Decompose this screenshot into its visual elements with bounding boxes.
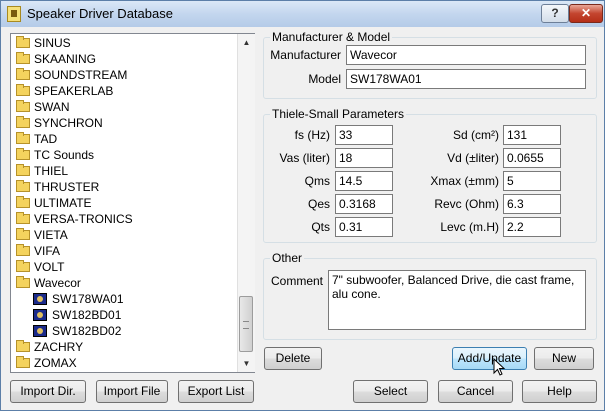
help-button[interactable]: Help — [522, 380, 597, 403]
title-help-button[interactable]: ? — [541, 4, 569, 23]
tree-item-label: TAD — [34, 132, 58, 146]
folder-icon — [16, 340, 30, 352]
xmax-field[interactable]: 5 — [503, 171, 561, 191]
folder-icon — [16, 84, 30, 96]
manufacturer-field[interactable]: Wavecor — [346, 45, 586, 65]
tree-item-label: VIETA — [34, 228, 68, 242]
sd-label: Sd (cm²) — [453, 128, 499, 142]
folder-icon — [16, 52, 30, 64]
tree-item-label: SPEAKERLAB — [34, 84, 114, 98]
vd-label: Vd (±liter) — [447, 151, 499, 165]
model-label: Model — [308, 72, 341, 86]
sd-field[interactable]: 131 — [503, 125, 561, 145]
dialog-window: Speaker Driver Database ? ✕ SINUS SKAANIN… — [0, 0, 605, 411]
folder-icon — [16, 276, 30, 288]
tree-item-label: SW182BD01 — [52, 308, 122, 322]
other-group-title: Other — [270, 251, 305, 265]
add-update-button[interactable]: Add/Update — [452, 347, 527, 370]
qes-field[interactable]: 0.3168 — [335, 194, 393, 214]
speaker-icon — [33, 309, 47, 321]
comment-field[interactable]: 7" subwoofer, Balanced Drive, die cast f… — [328, 270, 586, 330]
tree-item-label: SW178WA01 — [52, 292, 124, 306]
folder-icon — [16, 100, 30, 112]
new-button[interactable]: New — [534, 347, 594, 370]
vas-field[interactable]: 18 — [335, 148, 393, 168]
folder-icon — [16, 244, 30, 256]
tree-item-label: Wavecor — [34, 276, 81, 290]
tree-item-label: THIEL — [34, 164, 69, 178]
tree-item-label: ULTIMATE — [34, 196, 92, 210]
mouse-pointer-icon — [493, 358, 506, 376]
import-dir-button[interactable]: Import Dir. — [10, 380, 86, 403]
title-close-button[interactable]: ✕ — [569, 4, 603, 23]
qts-field[interactable]: 0.31 — [335, 217, 393, 237]
export-list-button[interactable]: Export List — [178, 380, 254, 403]
tree-item-label: SINUS — [34, 36, 71, 50]
folder-icon — [16, 196, 30, 208]
fs-field[interactable]: 33 — [335, 125, 393, 145]
folder-icon — [16, 116, 30, 128]
revc-field[interactable]: 6.3 — [503, 194, 561, 214]
folder-icon — [16, 212, 30, 224]
fs-label: fs (Hz) — [294, 128, 330, 142]
qms-field[interactable]: 14.5 — [335, 171, 393, 191]
thiele-small-group-title: Thiele-Small Parameters — [270, 107, 407, 121]
tree-item-label: SYNCHRON — [34, 116, 103, 130]
qms-label: Qms — [304, 174, 330, 188]
model-field[interactable]: SW178WA01 — [346, 69, 586, 89]
folder-icon — [16, 228, 30, 240]
vas-label: Vas (liter) — [279, 151, 330, 165]
folder-icon — [16, 356, 30, 368]
tree-item-label: ZACHRY — [34, 340, 84, 354]
tree-item-label: TC Sounds — [34, 148, 95, 162]
xmax-label: Xmax (±mm) — [430, 174, 499, 188]
tree-item-label: SOUNDSTREAM — [34, 68, 128, 82]
levc-label: Levc (m.H) — [440, 220, 499, 234]
folder-icon — [16, 132, 30, 144]
folder-icon — [16, 180, 30, 192]
delete-button[interactable]: Delete — [264, 347, 322, 370]
tree-rows: SINUS SKAANING SOUNDSTREAM SPEAKERLAB SWAN SY… — [11, 34, 237, 372]
tree-item-label: SWAN — [34, 100, 70, 114]
vd-field[interactable]: 0.0655 — [503, 148, 561, 168]
folder-icon — [16, 260, 30, 272]
revc-label: Revc (Ohm) — [434, 197, 499, 211]
folder-icon — [16, 164, 30, 176]
scroll-thumb[interactable] — [239, 296, 253, 352]
levc-field[interactable]: 2.2 — [503, 217, 561, 237]
qes-label: Qes — [307, 197, 330, 211]
tree-scrollbar[interactable]: ▲ ▼ — [237, 34, 255, 372]
tree-item-label: VERSA-TRONICS — [34, 212, 133, 226]
driver-tree[interactable]: SINUS SKAANING SOUNDSTREAM SPEAKERLAB SWAN SY… — [10, 33, 255, 373]
scroll-down-arrow-icon[interactable]: ▼ — [238, 355, 255, 372]
window-title: Speaker Driver Database — [27, 6, 173, 21]
manufacturer-model-group-title: Manufacturer & Model — [270, 30, 393, 44]
speaker-icon — [33, 293, 47, 305]
app-icon — [7, 6, 21, 22]
tree-item-label: SKAANING — [34, 52, 97, 66]
qts-label: Qts — [311, 220, 330, 234]
tree-item-label: VIFA — [34, 244, 61, 258]
import-file-button[interactable]: Import File — [96, 380, 168, 403]
tree-item-label: THRUSTER — [34, 180, 100, 194]
folder-icon — [16, 68, 30, 80]
scroll-up-arrow-icon[interactable]: ▲ — [238, 34, 255, 51]
tree-item-label: VOLT — [34, 260, 65, 274]
title-bar[interactable]: Speaker Driver Database ? ✕ — [1, 1, 604, 27]
tree-item-label: SW182BD02 — [52, 324, 122, 338]
manufacturer-label: Manufacturer — [270, 48, 341, 62]
folder-icon — [16, 36, 30, 48]
select-button[interactable]: Select — [353, 380, 428, 403]
comment-label: Comment — [270, 274, 323, 288]
speaker-icon — [33, 325, 47, 337]
tree-item-label: ZOMAX — [34, 356, 77, 370]
folder-icon — [16, 148, 30, 160]
cancel-button[interactable]: Cancel — [438, 380, 513, 403]
